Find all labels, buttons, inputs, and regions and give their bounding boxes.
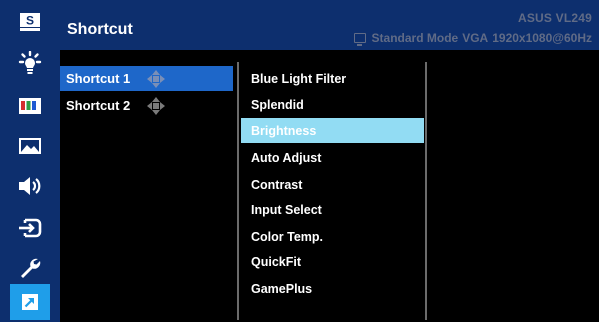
shortcut-1-item[interactable]: Shortcut 1: [60, 66, 233, 91]
option-splendid[interactable]: Splendid: [241, 92, 424, 117]
option-label: Color Temp.: [251, 229, 323, 244]
page-title: Shortcut: [67, 21, 133, 38]
dpad-arrows-icon: [147, 70, 165, 88]
sound-icon: [19, 177, 41, 195]
content-pane: Shortcut 1 Shortcut 2 Blue Light Filter: [60, 50, 599, 322]
image-icon: [19, 138, 41, 154]
sidebar-item-color[interactable]: [0, 88, 60, 124]
column-divider-left: [237, 62, 239, 320]
svg-text:S: S: [26, 14, 34, 28]
sidebar-item-shortcut[interactable]: [0, 284, 60, 320]
option-input-select[interactable]: Input Select: [241, 197, 424, 222]
shortcut-1-label: Shortcut 1: [66, 71, 131, 86]
option-color-temp[interactable]: Color Temp.: [241, 224, 424, 249]
sidebar-item-image[interactable]: [0, 128, 60, 164]
color-icon: [19, 98, 41, 114]
status-info: Standard Mode VGA 1920x1080@60Hz: [353, 31, 592, 46]
option-label: QuickFit: [251, 254, 302, 269]
option-quickfit[interactable]: QuickFit: [241, 249, 424, 274]
option-label: GamePlus: [251, 281, 313, 296]
resolution: 1920x1080@60Hz: [492, 31, 592, 45]
shortcut-2-label: Shortcut 2: [66, 98, 131, 113]
option-blue-light-filter[interactable]: Blue Light Filter: [241, 66, 424, 91]
sidebar-item-sound[interactable]: [0, 168, 60, 204]
shortcut-2-item[interactable]: Shortcut 2: [60, 93, 233, 118]
option-gameplus[interactable]: GamePlus: [241, 276, 424, 301]
blue-light-filter-icon: [18, 51, 42, 74]
sidebar-item-system-setup[interactable]: [0, 250, 60, 286]
sidebar: S: [0, 0, 60, 322]
sidebar-item-splendid[interactable]: S: [0, 4, 60, 40]
option-label: Splendid: [251, 97, 304, 112]
option-contrast[interactable]: Contrast: [241, 172, 424, 197]
input-select-icon: [19, 218, 42, 238]
splendid-icon: S: [20, 13, 40, 31]
option-label: Auto Adjust: [251, 150, 322, 165]
monitor-icon: [353, 33, 366, 46]
dpad-arrows-icon: [147, 97, 165, 115]
display-mode: Standard Mode: [371, 31, 459, 45]
column-divider-right: [425, 62, 427, 320]
osd-menu: S Shortcut ASUS VL249 Standard Mode VGA …: [0, 0, 599, 322]
option-label: Input Select: [251, 202, 322, 217]
input-source: VGA: [462, 31, 489, 45]
sidebar-item-blue-light-filter[interactable]: [0, 45, 60, 81]
option-label: Contrast: [251, 177, 303, 192]
option-auto-adjust[interactable]: Auto Adjust: [241, 145, 424, 170]
option-brightness[interactable]: Brightness: [241, 118, 424, 143]
option-label: Blue Light Filter: [251, 71, 347, 86]
sidebar-item-input-select[interactable]: [0, 210, 60, 246]
option-label: Brightness: [251, 123, 317, 138]
header-bar: Shortcut ASUS VL249 Standard Mode VGA 19…: [60, 0, 599, 50]
monitor-model: ASUS VL249: [517, 11, 592, 25]
shortcut-icon: [22, 294, 38, 310]
system-setup-icon: [21, 258, 41, 278]
